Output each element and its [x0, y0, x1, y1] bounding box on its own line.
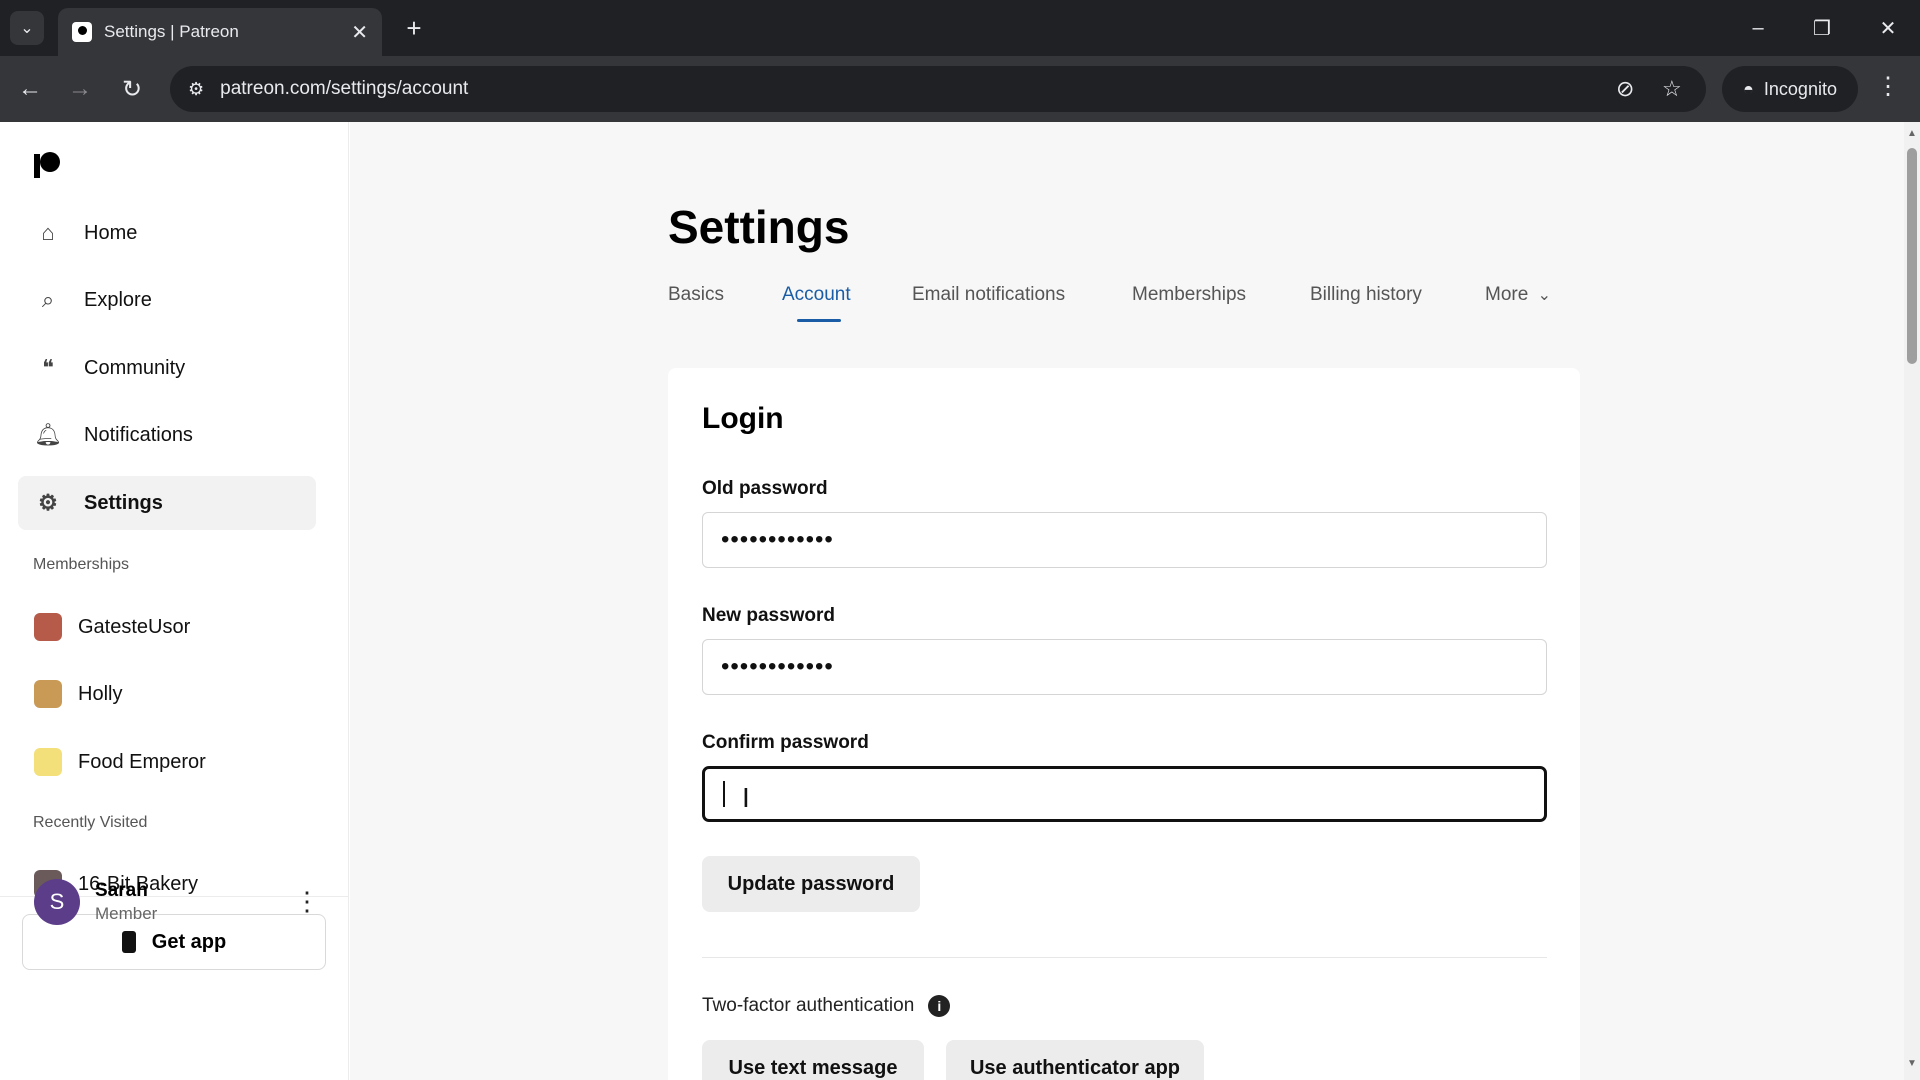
old-password-label: Old password — [702, 478, 828, 499]
close-window-button[interactable]: ✕ — [1868, 10, 1908, 46]
eye-off-icon[interactable]: ⊘ — [1616, 76, 1634, 102]
browser-tab[interactable]: Settings | Patreon ✕ — [58, 8, 382, 56]
recently-visited-heading: Recently Visited — [33, 814, 148, 831]
tab-basics[interactable]: Basics — [668, 284, 724, 306]
membership-label: GatesteUsor — [78, 615, 191, 638]
reload-icon: ↻ — [121, 75, 143, 103]
sidebar: ⌂ Home ⌕ Explore ❝ Community 🔔︎ Notifica… — [0, 122, 349, 1080]
more-label: More — [1485, 284, 1529, 305]
tab-more[interactable]: More ⌄ — [1485, 284, 1551, 306]
tab-title: Settings | Patreon — [104, 22, 239, 41]
plus-icon: + — [406, 12, 422, 43]
memberships-heading: Memberships — [33, 556, 130, 573]
text-cursor-icon: I — [742, 782, 750, 813]
incognito-label: Incognito — [1763, 78, 1837, 99]
restore-button[interactable]: ❐ — [1802, 10, 1842, 46]
sidebar-item-label: Notifications — [84, 423, 193, 446]
tab-billing-history[interactable]: Billing history — [1310, 284, 1422, 306]
new-tab-button[interactable]: + — [398, 12, 430, 44]
url-text: patreon.com/settings/account — [220, 78, 469, 99]
sidebar-item-community[interactable]: ❝ Community — [18, 341, 316, 395]
two-factor-heading: Two-factor authentication i — [702, 995, 951, 1017]
scrollbar-thumb[interactable] — [1907, 148, 1917, 364]
get-app-label: Get app — [151, 930, 227, 953]
tab-account[interactable]: Account — [782, 284, 851, 306]
close-tab-icon[interactable]: ✕ — [351, 20, 368, 45]
scroll-up-icon[interactable]: ▲ — [1904, 128, 1920, 139]
home-icon: ⌂ — [41, 220, 55, 245]
sidebar-item-settings[interactable]: ⚙ Settings — [18, 476, 316, 530]
address-bar[interactable]: ⚙ patreon.com/settings/account — [170, 66, 1706, 112]
membership-label: Holly — [78, 682, 123, 705]
section-divider — [702, 957, 1547, 958]
info-icon[interactable]: i — [928, 995, 951, 1017]
incognito-icon: ◓ — [1743, 78, 1754, 99]
user-menu-icon[interactable]: ⋮ — [294, 886, 320, 917]
sidebar-membership-item[interactable]: Food Emperor — [18, 735, 316, 789]
sidebar-item-label: Community — [84, 356, 186, 379]
sidebar-item-notifications[interactable]: 🔔︎ Notifications — [18, 408, 316, 462]
membership-label: Food Emperor — [78, 750, 206, 773]
text-caret — [723, 781, 725, 807]
sidebar-item-label: Home — [84, 221, 138, 244]
user-name: Sarah — [95, 880, 148, 901]
creator-avatar — [34, 748, 62, 776]
patreon-favicon-icon — [72, 22, 92, 42]
new-password-field[interactable]: •••••••••••• — [702, 639, 1547, 695]
two-factor-label: Two-factor authentication — [702, 995, 915, 1016]
gear-icon: ⚙ — [38, 490, 58, 515]
site-info-icon[interactable]: ⚙ — [188, 79, 204, 100]
incognito-indicator[interactable]: ◓ Incognito — [1722, 66, 1858, 112]
login-card: Login Old password •••••••••••• New pass… — [668, 368, 1580, 1080]
arrow-right-icon: → — [68, 75, 92, 102]
phone-icon — [121, 931, 136, 953]
confirm-password-label: Confirm password — [702, 732, 869, 753]
update-password-button[interactable]: Update password — [702, 856, 920, 912]
tab-memberships[interactable]: Memberships — [1132, 284, 1246, 306]
sidebar-membership-item[interactable]: Holly — [18, 667, 316, 721]
minimize-button[interactable]: – — [1738, 10, 1778, 46]
creator-avatar — [34, 613, 62, 641]
page-title: Settings — [668, 201, 850, 253]
sidebar-item-label: Explore — [84, 288, 152, 311]
avatar[interactable]: S — [34, 879, 80, 925]
patreon-logo-icon[interactable] — [34, 152, 60, 178]
arrow-left-icon: ← — [18, 75, 42, 102]
reload-button[interactable]: ↻ — [116, 73, 148, 105]
confirm-password-field[interactable] — [702, 766, 1547, 822]
tab-email-notifications[interactable]: Email notifications — [912, 284, 1065, 306]
sidebar-item-home[interactable]: ⌂ Home — [18, 206, 316, 260]
use-text-message-button[interactable]: Use text message — [702, 1040, 924, 1080]
old-password-field[interactable]: •••••••••••• — [702, 512, 1547, 568]
chat-icon: ❝ — [42, 355, 54, 380]
sidebar-membership-item[interactable]: GatesteUsor — [18, 600, 316, 654]
back-button[interactable]: ← — [14, 73, 46, 105]
active-tab-indicator — [797, 319, 841, 322]
new-password-label: New password — [702, 605, 836, 626]
sidebar-item-label: Settings — [84, 491, 163, 514]
bookmark-star-icon[interactable]: ☆ — [1662, 76, 1682, 102]
chevron-down-icon: ⌄ — [1537, 287, 1551, 304]
user-role: Member — [95, 904, 158, 923]
search-icon: ⌕ — [41, 287, 55, 312]
creator-avatar — [34, 680, 62, 708]
forward-button[interactable]: → — [64, 73, 96, 105]
scroll-down-icon[interactable]: ▼ — [1904, 1058, 1920, 1069]
chevron-down-icon: ⌄ — [20, 20, 34, 37]
bell-icon: 🔔︎ — [34, 422, 62, 447]
use-authenticator-app-button[interactable]: Use authenticator app — [946, 1040, 1204, 1080]
login-title: Login — [702, 402, 784, 435]
tab-search-button[interactable]: ⌄ — [10, 11, 44, 45]
browser-menu-icon[interactable]: ⋮ — [1876, 72, 1900, 101]
sidebar-item-explore[interactable]: ⌕ Explore — [18, 273, 316, 327]
